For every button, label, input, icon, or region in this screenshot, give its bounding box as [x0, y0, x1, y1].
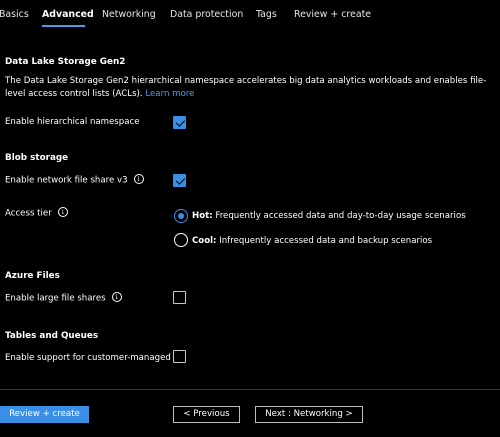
customer-managed-keys-checkbox[interactable] [173, 350, 186, 363]
info-icon[interactable]: i [133, 174, 144, 184]
large-file-shares-checkbox[interactable] [173, 291, 186, 304]
hot-title: Hot: [192, 211, 213, 221]
section-title-blob-storage: Blob storage [5, 153, 69, 163]
data-lake-description: The Data Lake Storage Gen2 hierarchical … [5, 75, 490, 100]
tab-review-create[interactable]: Review + create [294, 9, 371, 20]
tab-data-protection[interactable]: Data protection [170, 9, 243, 20]
tab-tags[interactable]: Tags [256, 9, 277, 20]
hot-description: Frequently accessed data and day-to-day … [215, 211, 466, 221]
footer-divider [0, 389, 500, 390]
tab-basics[interactable]: Basics [0, 9, 29, 20]
cool-description: Infrequently accessed data and backup sc… [219, 236, 433, 246]
next-networking-button[interactable]: Next : Networking > [255, 406, 363, 423]
access-tier-label: Access tier i [5, 207, 68, 219]
info-icon[interactable]: i [111, 292, 122, 302]
hierarchical-namespace-checkbox[interactable] [173, 116, 186, 129]
review-create-button[interactable]: Review + create [0, 406, 89, 423]
data-lake-description-text: The Data Lake Storage Gen2 hierarchical … [5, 76, 487, 99]
nfs-v3-label-text: Enable network file share v3 [5, 175, 128, 186]
access-tier-label-text: Access tier [5, 208, 52, 219]
active-tab-indicator [42, 25, 85, 27]
customer-managed-keys-label: Enable support for customer-managed [5, 353, 171, 363]
access-tier-hot-radio[interactable] [174, 209, 188, 223]
section-title-azure-files: Azure Files [5, 271, 60, 281]
tab-networking[interactable]: Networking [102, 9, 156, 20]
section-title-data-lake: Data Lake Storage Gen2 [5, 57, 126, 67]
nfs-v3-label: Enable network file share v3 i [5, 174, 144, 186]
previous-button[interactable]: < Previous [173, 406, 240, 423]
learn-more-link[interactable]: Learn more [145, 89, 194, 99]
access-tier-cool-label[interactable]: Cool: Infrequently accessed data and bac… [192, 236, 432, 246]
hierarchical-namespace-label: Enable hierarchical namespace [5, 117, 140, 127]
tab-bar: Basics Advanced Networking Data protecti… [0, 0, 500, 30]
cool-title: Cool: [192, 236, 217, 246]
large-file-shares-label: Enable large file shares i [5, 292, 122, 304]
tab-advanced[interactable]: Advanced [42, 9, 94, 20]
info-icon[interactable]: i [57, 207, 68, 217]
nfs-v3-checkbox[interactable] [173, 174, 186, 187]
access-tier-hot-label[interactable]: Hot: Frequently accessed data and day-to… [192, 211, 466, 221]
access-tier-cool-radio[interactable] [174, 233, 188, 247]
section-title-tables-queues: Tables and Queues [5, 331, 99, 341]
large-file-shares-label-text: Enable large file shares [5, 293, 106, 304]
